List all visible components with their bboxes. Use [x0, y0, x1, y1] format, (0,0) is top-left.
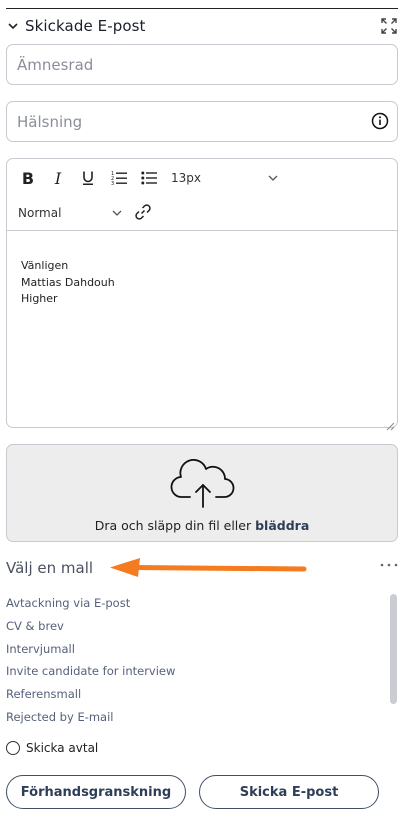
font-size-select[interactable]: 13px [171, 168, 279, 188]
email-section-header[interactable]: Skickade E-post [6, 14, 400, 38]
file-dropzone[interactable]: Dra och släpp din fil eller bläddra [6, 444, 398, 542]
dropzone-instruction: Dra och släpp din fil eller [94, 518, 252, 533]
bold-button[interactable]: B [19, 168, 37, 188]
expand-icon[interactable] [380, 17, 398, 35]
font-size-value: 13px [171, 171, 201, 185]
info-icon[interactable] [371, 112, 389, 130]
body-line: Vänligen [21, 259, 69, 272]
block-format-value: Normal [18, 206, 62, 220]
chevron-down-icon[interactable] [6, 19, 20, 33]
template-list-scrollbar[interactable] [390, 594, 397, 704]
link-icon[interactable] [133, 202, 153, 222]
preview-button[interactable]: Förhandsgranskning [6, 775, 186, 809]
dropzone-text: Dra och släpp din fil eller bläddra [7, 518, 397, 533]
template-item[interactable]: Invite candidate for interview [6, 664, 386, 687]
subject-input[interactable] [7, 45, 397, 84]
chevron-down-icon [267, 172, 279, 184]
subject-field[interactable] [6, 44, 398, 85]
resize-handle-icon[interactable] [386, 416, 395, 431]
template-item[interactable]: Intervjumall [6, 642, 386, 665]
section-divider [6, 8, 398, 9]
underline-icon[interactable] [79, 168, 97, 188]
svg-text:3: 3 [111, 181, 114, 186]
editor-content[interactable]: Vänligen Mattias Dahdouh Higher [21, 258, 115, 308]
rich-text-editor[interactable]: B I 1 2 3 13px Normal Vänligen Mattias D… [6, 158, 398, 431]
send-contract-radio[interactable] [6, 741, 20, 755]
template-list: Avtackning via E-post CV & brev Intervju… [6, 596, 386, 733]
body-line: Higher [21, 292, 58, 305]
editor-toolbar: B I 1 2 3 13px Normal [7, 159, 397, 231]
block-format-select[interactable]: Normal [18, 203, 123, 223]
ordered-list-icon[interactable]: 1 2 3 [109, 168, 129, 188]
body-line: Mattias Dahdouh [21, 275, 115, 289]
bullet-list-icon[interactable] [139, 168, 159, 188]
more-options-icon[interactable] [379, 557, 399, 573]
send-contract-option[interactable]: Skicka avtal [6, 741, 98, 755]
template-item[interactable]: Referensmall [6, 687, 386, 710]
section-title: Skickade E-post [25, 17, 146, 35]
greeting-input[interactable] [7, 102, 397, 141]
greeting-field[interactable] [6, 101, 398, 142]
chevron-down-icon [111, 207, 123, 219]
template-section-title: Välj en mall [6, 559, 94, 577]
send-email-button[interactable]: Skicka E-post [199, 775, 379, 809]
cloud-upload-icon [168, 459, 238, 509]
browse-link[interactable]: bläddra [255, 518, 309, 533]
italic-button[interactable]: I [49, 168, 67, 188]
template-item[interactable]: Rejected by E-mail [6, 710, 386, 733]
template-item[interactable]: Avtackning via E-post [6, 596, 386, 619]
send-contract-label: Skicka avtal [26, 741, 99, 755]
annotation-arrow-icon [108, 557, 308, 579]
template-item[interactable]: CV & brev [6, 619, 386, 642]
